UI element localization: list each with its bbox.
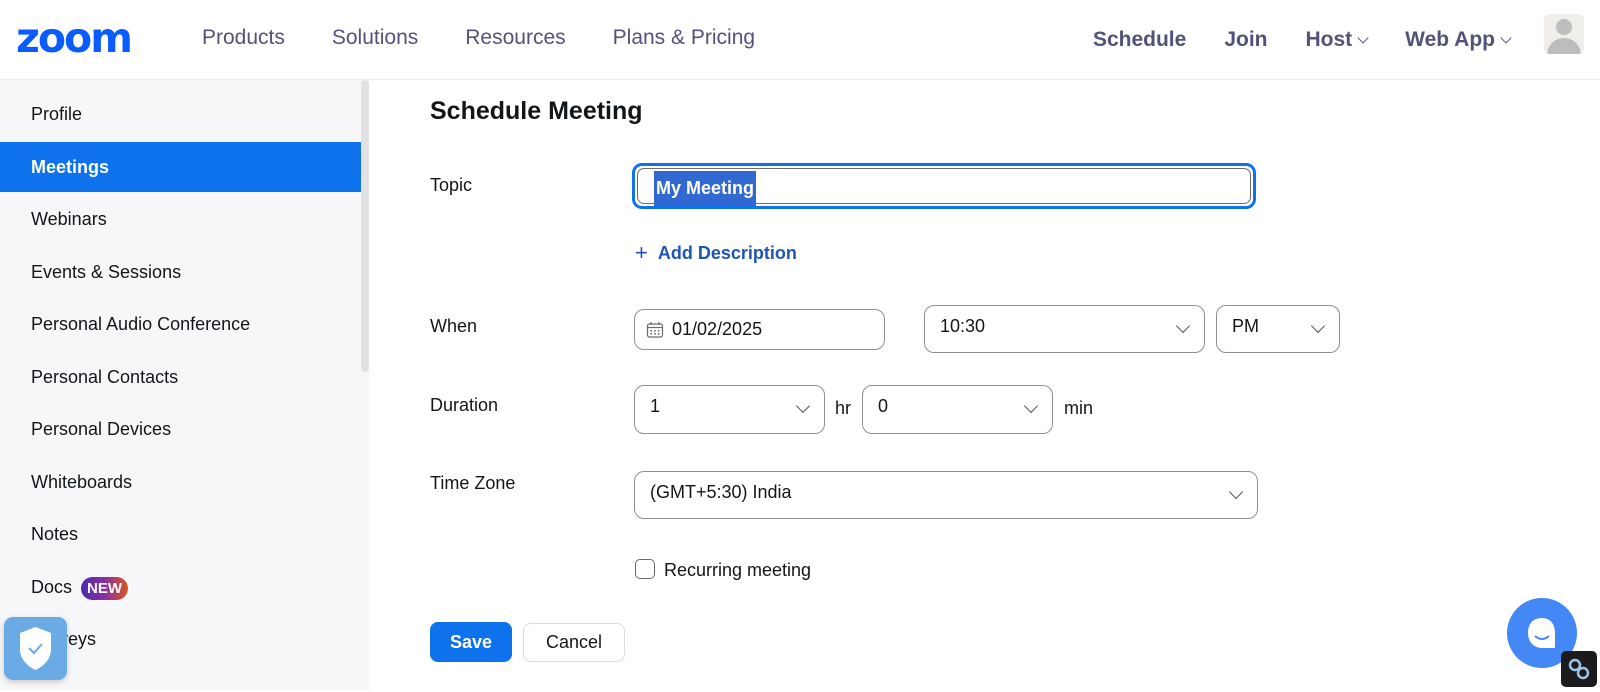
sidebar-item-webinars[interactable]: Webinars	[0, 194, 361, 244]
secondary-nav: Schedule Join Host Web App	[1055, 28, 1512, 52]
duration-minutes-select[interactable]: 0	[862, 385, 1053, 434]
chevron-down-icon	[1175, 318, 1191, 334]
nav-products[interactable]: Products	[202, 26, 285, 50]
nav-host-dropdown[interactable]: Host	[1305, 28, 1369, 52]
sidebar-item-notes[interactable]: Notes	[0, 509, 361, 559]
chevron-down-icon	[1500, 32, 1512, 44]
plus-icon: +	[635, 240, 648, 265]
topic-label: Topic	[430, 175, 473, 195]
link-icon	[1568, 658, 1590, 680]
hours-unit-label: hr	[835, 398, 852, 418]
save-button[interactable]: Save	[430, 622, 512, 662]
chevron-down-icon	[1357, 32, 1369, 44]
nav-join[interactable]: Join	[1224, 28, 1267, 52]
nav-resources[interactable]: Resources	[465, 26, 565, 50]
avatar-head-shape	[1556, 19, 1572, 35]
duration-label: Duration	[430, 395, 499, 415]
sidebar-item-personal-audio-conference[interactable]: Personal Audio Conference	[0, 299, 361, 349]
schedule-meeting-form: Schedule Meeting Topic My Meeting + Add D…	[370, 80, 1600, 690]
date-value: 01/02/2025	[672, 319, 763, 339]
add-description-label: Add Description	[657, 242, 797, 263]
link-overlay-button[interactable]	[1561, 651, 1597, 687]
chevron-down-icon	[1228, 484, 1244, 500]
duration-hours-value: 1	[650, 396, 661, 416]
time-value: 10:30	[940, 316, 986, 336]
nav-plans-pricing[interactable]: Plans & Pricing	[613, 26, 755, 50]
chevron-down-icon	[1023, 398, 1039, 414]
zoom-logo[interactable]: zoom	[16, 18, 133, 59]
sidebar-item-docs-label: Docs	[31, 577, 73, 597]
cancel-button[interactable]: Cancel	[523, 623, 625, 662]
topic-input-value-selected: My Meeting	[654, 171, 757, 206]
chevron-down-icon	[795, 398, 811, 414]
security-shield-button[interactable]	[4, 617, 67, 680]
top-navigation-bar: zoom Products Solutions Resources Plans …	[0, 0, 1600, 80]
page-title: Schedule Meeting	[430, 97, 643, 125]
recurring-meeting-label[interactable]: Recurring meeting	[664, 560, 811, 581]
date-picker-input[interactable]: 01/02/2025	[634, 309, 885, 350]
chevron-down-icon	[1310, 318, 1326, 334]
add-description-link[interactable]: + Add Description	[635, 240, 797, 266]
user-avatar[interactable]	[1544, 14, 1584, 54]
time-zone-label: Time Zone	[430, 473, 516, 493]
nav-web-app-label: Web App	[1405, 28, 1495, 51]
minutes-unit-label: min	[1064, 398, 1094, 418]
sidebar-scrollbar[interactable]	[361, 80, 369, 372]
sidebar-item-whiteboards[interactable]: Whiteboards	[0, 457, 361, 507]
duration-hours-select[interactable]: 1	[634, 385, 825, 434]
time-zone-select[interactable]: (GMT+5:30) India	[634, 471, 1258, 519]
topic-input[interactable]: My Meeting	[632, 163, 1256, 209]
nav-schedule[interactable]: Schedule	[1093, 28, 1186, 52]
nav-host-label: Host	[1305, 28, 1353, 51]
sidebar-item-docs[interactable]: Docs NEW	[0, 562, 361, 612]
time-select[interactable]: 10:30	[924, 305, 1205, 353]
topic-input-inner: My Meeting	[637, 168, 1251, 206]
nav-join-label: Join	[1224, 28, 1268, 51]
time-zone-value: (GMT+5:30) India	[650, 482, 792, 502]
when-label: When	[430, 316, 478, 336]
sidebar-item-meetings[interactable]: Meetings	[0, 142, 361, 192]
nav-solutions[interactable]: Solutions	[332, 26, 418, 50]
sidebar-item-personal-contacts[interactable]: Personal Contacts	[0, 352, 361, 402]
duration-minutes-value: 0	[878, 396, 889, 416]
sidebar: Profile Meetings Webinars Events & Sessi…	[0, 80, 369, 690]
ampm-select[interactable]: PM	[1216, 305, 1340, 353]
shield-check-icon	[20, 627, 51, 670]
new-badge: NEW	[81, 576, 129, 600]
calendar-icon	[646, 322, 664, 338]
sidebar-item-events-sessions[interactable]: Events & Sessions	[0, 247, 361, 297]
nav-web-app-dropdown[interactable]: Web App	[1405, 28, 1512, 52]
sidebar-item-personal-devices[interactable]: Personal Devices	[0, 404, 361, 454]
nav-schedule-label: Schedule	[1092, 28, 1187, 51]
recurring-meeting-checkbox[interactable]	[635, 559, 655, 579]
ampm-value: PM	[1232, 316, 1259, 336]
avatar-body-shape	[1547, 38, 1581, 54]
sidebar-item-profile[interactable]: Profile	[0, 89, 361, 139]
primary-nav: Products Solutions Resources Plans & Pri…	[202, 26, 802, 50]
